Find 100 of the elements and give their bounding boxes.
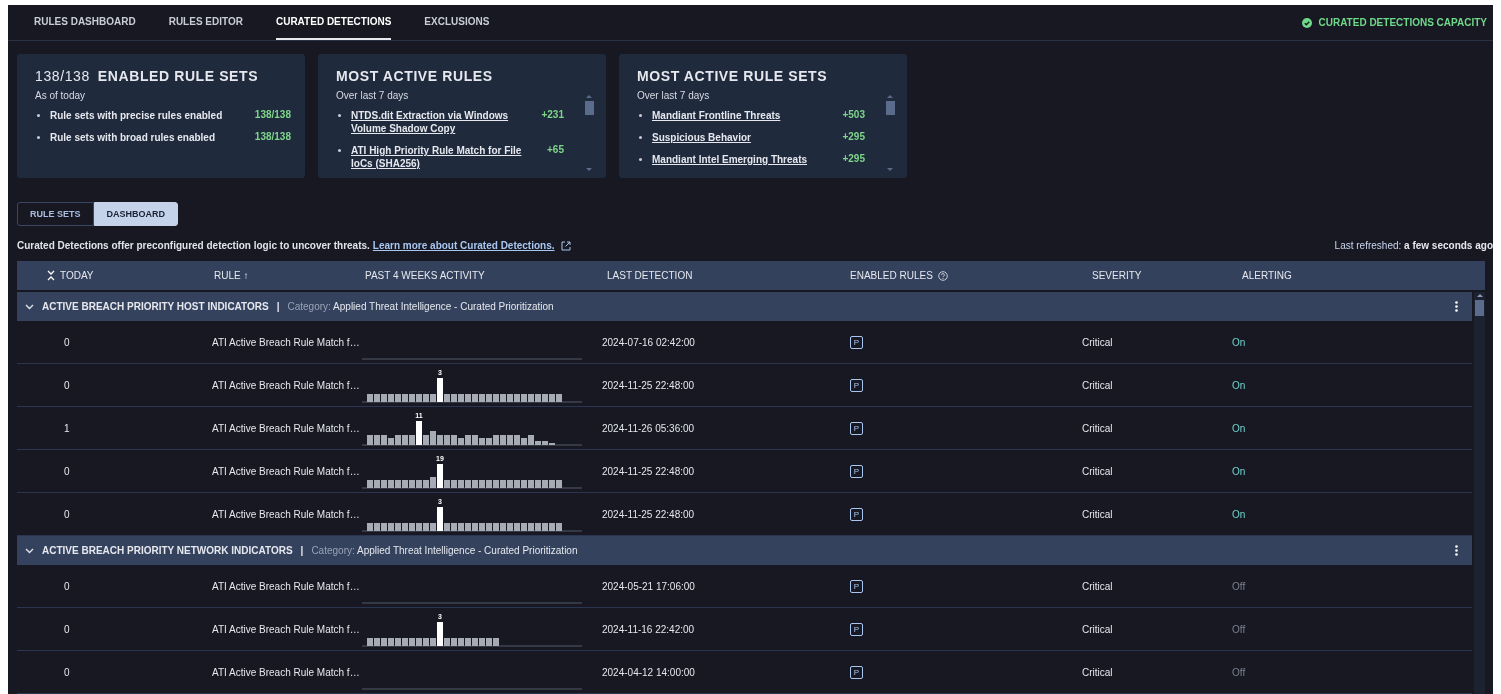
card-subtitle: Over last 7 days <box>637 90 710 101</box>
group-header[interactable]: ACTIVE BREACH PRIORITY HOST INDICATORS | Category: Applied Threat Intelligence - Curated Prioritization <box>17 292 1472 321</box>
item-link[interactable]: NTDS.dit Extraction via Windows Volume Shadow Copy <box>351 109 532 135</box>
precise-badge: P <box>850 464 863 478</box>
view-toggle[interactable]: RULE SETS <box>17 202 94 226</box>
card-subtitle: As of today <box>35 90 86 101</box>
last-detection: 2024-11-26 05:36:00 <box>602 422 695 434</box>
external-link-icon[interactable] <box>560 240 571 251</box>
card-title: MOST ACTIVE RULE SETS <box>637 68 828 84</box>
card-title: MOST ACTIVE RULES <box>336 68 493 84</box>
today-count: 0 <box>64 623 70 635</box>
group-category: Category: Applied Threat Intelligence - Curated Prioritization <box>311 545 578 556</box>
rule-name[interactable]: ATI Active Breach Rule Match f… <box>212 336 360 348</box>
rule-name[interactable]: ATI Active Breach Rule Match f… <box>212 379 360 391</box>
rule-name[interactable]: ATI Active Breach Rule Match f… <box>212 623 360 635</box>
precise-badge: P <box>850 507 863 521</box>
alerting-status: Off <box>1232 623 1246 635</box>
intro-text: Curated Detections offer preconfigured detection logic to uncover threats. <box>17 240 370 251</box>
last-detection: 2024-11-16 22:42:00 <box>602 623 695 635</box>
severity: Critical <box>1082 336 1113 348</box>
precise-badge: P <box>850 335 863 349</box>
item-link[interactable]: ATI High Priority Rule Match for File IoCs (SHA256) <box>351 144 538 170</box>
scrollbar-thumb[interactable] <box>584 101 594 115</box>
bullet-icon <box>37 136 40 139</box>
precise-badge: P <box>850 378 863 392</box>
column-header[interactable]: RULE ↑ <box>214 270 249 281</box>
rule-name[interactable]: ATI Active Breach Rule Match f… <box>212 666 360 678</box>
expand-collapse-icon[interactable] <box>47 270 55 281</box>
rule-name[interactable]: ATI Active Breach Rule Match f… <box>212 508 360 520</box>
nav-tab[interactable]: CURATED DETECTIONS <box>275 5 392 40</box>
help-icon[interactable] <box>937 270 948 281</box>
bullet-icon <box>639 114 642 117</box>
column-header[interactable]: SEVERITY <box>1092 270 1142 281</box>
today-count: 0 <box>64 379 70 391</box>
item-value: 138/138 <box>254 131 291 142</box>
rule-name[interactable]: ATI Active Breach Rule Match f… <box>212 422 360 434</box>
card-subtitle: Over last 7 days <box>336 90 409 101</box>
column-header[interactable]: LAST DETECTION <box>607 270 693 281</box>
scroll-down-icon[interactable] <box>886 168 894 172</box>
last-detection: 2024-11-25 22:48:00 <box>602 379 695 391</box>
today-count: 0 <box>64 465 70 477</box>
today-count: 0 <box>64 336 70 348</box>
rule-name[interactable]: ATI Active Breach Rule Match f… <box>212 465 360 477</box>
precise-badge: P <box>850 665 863 679</box>
column-header[interactable]: TODAY <box>60 270 94 281</box>
item-label: Rule sets with precise rules enabled <box>50 109 224 122</box>
scroll-up-icon[interactable] <box>886 94 894 98</box>
today-count: 0 <box>64 508 70 520</box>
last-detection: 2024-07-16 02:42:00 <box>602 336 695 348</box>
severity: Critical <box>1082 623 1113 635</box>
item-link[interactable]: Suspicious Behavior <box>652 131 833 144</box>
severity: Critical <box>1082 422 1113 434</box>
last-refreshed: Last refreshed: a few seconds ago <box>1334 240 1493 251</box>
item-label: Rule sets with broad rules enabled <box>50 131 217 144</box>
severity: Critical <box>1082 508 1113 520</box>
today-count: 0 <box>64 580 70 592</box>
card-title: ENABLED RULE SETS <box>97 68 259 84</box>
group-header[interactable]: ACTIVE BREACH PRIORITY NETWORK INDICATORS | Category: Applied Threat Intelligence - Curated Prioritization <box>17 536 1472 565</box>
item-link[interactable]: Mandiant Intel Emerging Threats <box>652 153 833 166</box>
chevron-down-icon[interactable] <box>25 303 34 310</box>
severity: Critical <box>1082 379 1113 391</box>
column-header[interactable]: ENABLED RULES <box>850 270 933 281</box>
item-value: +65 <box>547 144 564 155</box>
scroll-down-icon[interactable] <box>585 168 593 172</box>
check-circle-icon <box>1302 17 1313 28</box>
scrollbar-thumb[interactable] <box>1475 300 1484 316</box>
scrollbar[interactable] <box>1474 292 1485 694</box>
scroll-up-icon[interactable] <box>1475 292 1484 297</box>
separator: | <box>300 545 304 556</box>
rule-name[interactable]: ATI Active Breach Rule Match f… <box>212 580 360 592</box>
capacity-link[interactable]: CURATED DETECTIONS CAPACITY <box>1302 17 1487 28</box>
nav-tab[interactable]: EXCLUSIONS <box>424 5 490 40</box>
last-detection: 2024-04-12 14:00:00 <box>602 666 695 678</box>
precise-badge: P <box>850 579 863 593</box>
alerting-status: On <box>1232 422 1246 434</box>
chevron-down-icon[interactable] <box>25 547 34 554</box>
alerting-status: Off <box>1232 580 1246 592</box>
severity: Critical <box>1082 580 1113 592</box>
learn-more-link[interactable]: Learn more about Curated Detections. <box>372 240 555 251</box>
item-value: +295 <box>842 131 865 142</box>
column-header[interactable]: ALERTING <box>1242 270 1292 281</box>
item-value: +295 <box>842 153 865 164</box>
precise-badge: P <box>850 421 863 435</box>
column-header[interactable]: PAST 4 WEEKS ACTIVITY <box>365 270 485 281</box>
item-value: 138/138 <box>254 109 291 120</box>
more-icon[interactable] <box>1455 545 1458 556</box>
alerting-status: On <box>1232 508 1246 520</box>
item-link[interactable]: Mandiant Frontline Threats <box>652 109 833 122</box>
scroll-up-icon[interactable] <box>585 94 593 98</box>
group-category: Category: Applied Threat Intelligence - Curated Prioritization <box>287 301 554 312</box>
last-detection: 2024-05-21 17:06:00 <box>602 580 695 592</box>
more-icon[interactable] <box>1455 301 1458 312</box>
scrollbar-thumb[interactable] <box>885 101 895 115</box>
alerting-status: Off <box>1232 666 1246 678</box>
alerting-status: On <box>1232 465 1246 477</box>
bullet-icon <box>639 136 642 139</box>
view-toggle[interactable]: DASHBOARD <box>93 202 178 226</box>
separator: | <box>276 301 280 312</box>
nav-tab[interactable]: RULES EDITOR <box>168 5 243 40</box>
nav-tab[interactable]: RULES DASHBOARD <box>34 5 136 40</box>
